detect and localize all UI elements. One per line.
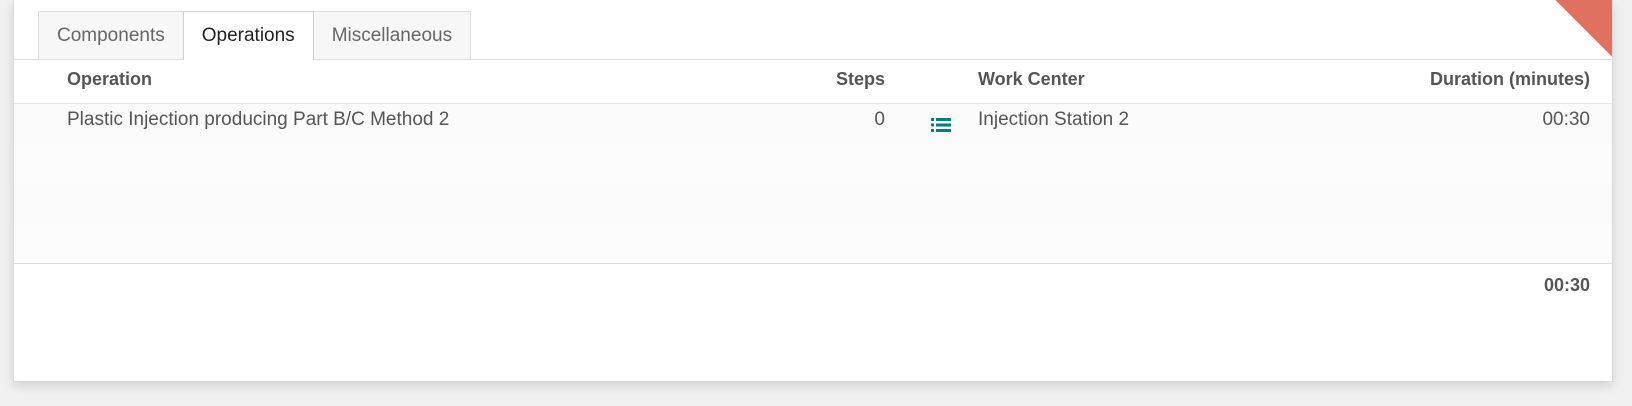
duration-total: 00:30: [1543, 275, 1590, 295]
bom-form-sheet: Components Operations Miscellaneous Oper…: [13, 0, 1613, 382]
empty-row: [14, 224, 1612, 264]
column-header-steps[interactable]: Steps: [836, 69, 885, 89]
tab-components[interactable]: Components: [38, 11, 184, 59]
empty-row: [14, 184, 1612, 224]
list-icon[interactable]: [931, 117, 951, 133]
operation-name: Plastic Injection producing Part B/C Met…: [67, 109, 450, 130]
column-header-duration[interactable]: Duration (minutes): [1430, 69, 1590, 89]
column-header-operation[interactable]: Operation: [67, 69, 152, 89]
tab-operations[interactable]: Operations: [182, 11, 314, 60]
steps-count: 0: [874, 109, 885, 130]
empty-row: [14, 144, 1612, 184]
notebook-tabs: Components Operations Miscellaneous: [38, 11, 472, 60]
column-header-work-center[interactable]: Work Center: [978, 69, 1085, 89]
work-center-name: Injection Station 2: [978, 109, 1130, 130]
duration-value: 00:30: [1542, 109, 1590, 130]
table-row[interactable]: Plastic Injection producing Part B/C Met…: [14, 104, 1612, 144]
table-footer: 00:30: [14, 263, 1612, 307]
tab-miscellaneous[interactable]: Miscellaneous: [312, 11, 472, 59]
table-header: Operation Steps Work Center Duration (mi…: [14, 60, 1612, 104]
status-ribbon: [1555, 0, 1612, 57]
